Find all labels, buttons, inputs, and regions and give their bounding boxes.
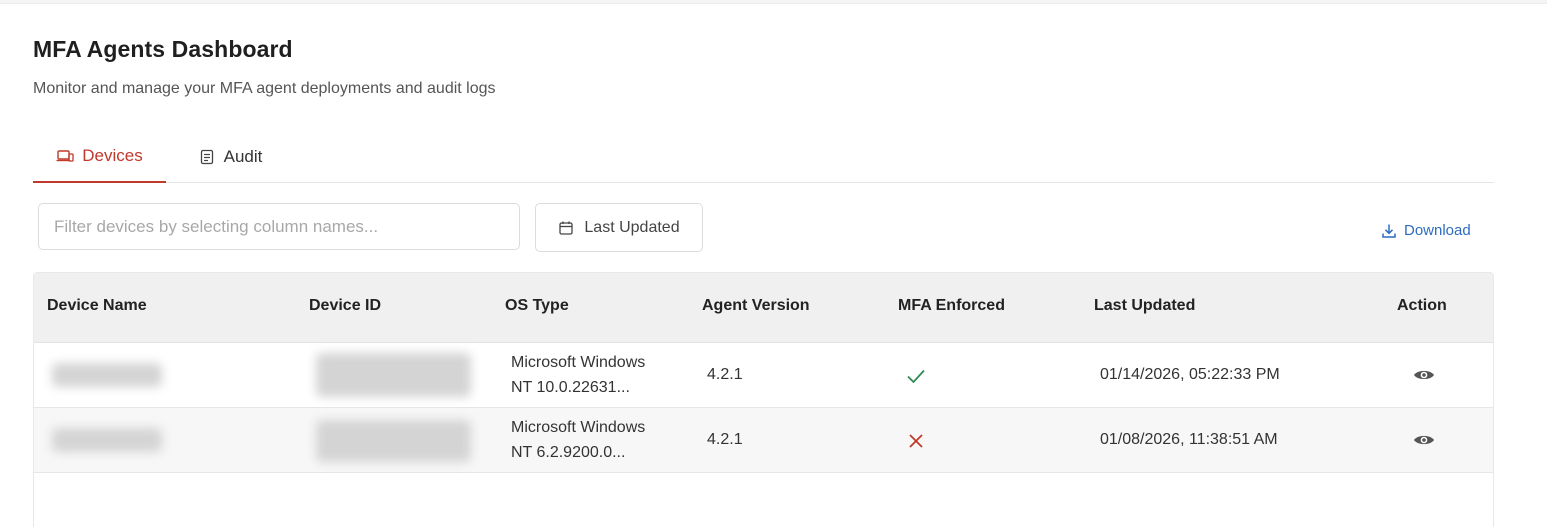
- column-header-action: Action: [1397, 297, 1447, 314]
- os-type-line: NT 6.2.9200.0...: [511, 444, 626, 461]
- device-name-redacted: [52, 363, 162, 387]
- cross-icon: [905, 430, 927, 452]
- tab-bar: Devices Audit: [33, 130, 1494, 183]
- column-header-os-type[interactable]: OS Type: [505, 297, 569, 315]
- device-name-redacted: [52, 428, 162, 452]
- tab-devices-label: Devices: [82, 145, 143, 165]
- device-id-redacted: [316, 353, 471, 397]
- os-type-line: Microsoft Windows: [511, 419, 646, 436]
- os-type-cell: Microsoft Windows NT 6.2.9200.0...: [511, 415, 681, 465]
- table-header: Device Name Device ID OS Type Agent Vers…: [34, 273, 1493, 343]
- check-icon: [905, 365, 927, 387]
- last-updated-filter-button[interactable]: Last Updated: [535, 203, 703, 252]
- agent-version-cell: 4.2.1: [707, 431, 743, 448]
- os-type-cell: Microsoft Windows NT 10.0.22631...: [511, 350, 681, 400]
- page-title: MFA Agents Dashboard: [33, 36, 293, 62]
- device-id-redacted: [316, 420, 471, 462]
- table-row: Microsoft Windows NT 10.0.22631... 4.2.1…: [34, 343, 1493, 408]
- last-updated-cell: 01/08/2026, 11:38:51 AM: [1100, 431, 1278, 448]
- column-header-device-id[interactable]: Device ID: [309, 297, 381, 315]
- eye-icon[interactable]: [1412, 365, 1436, 385]
- calendar-icon: [558, 220, 574, 236]
- document-icon: [198, 148, 216, 166]
- column-header-device-name[interactable]: Device Name: [47, 297, 147, 315]
- top-bar: [0, 0, 1547, 4]
- filter-input[interactable]: [38, 203, 520, 250]
- os-type-line: Microsoft Windows: [511, 354, 646, 371]
- page-subtitle: Monitor and manage your MFA agent deploy…: [33, 80, 496, 97]
- column-header-agent-version[interactable]: Agent Version: [702, 297, 810, 315]
- column-header-mfa-enforced[interactable]: MFA Enforced: [898, 297, 1005, 315]
- os-type-line: NT 10.0.22631...: [511, 379, 630, 396]
- laptop-icon: [56, 147, 74, 165]
- download-button[interactable]: Download: [1381, 222, 1471, 239]
- download-label: Download: [1404, 222, 1471, 239]
- last-updated-filter-label: Last Updated: [584, 218, 680, 236]
- table-row: Microsoft Windows NT 6.2.9200.0... 4.2.1…: [34, 408, 1493, 473]
- tab-audit[interactable]: Audit: [185, 130, 275, 183]
- tab-audit-label: Audit: [223, 146, 263, 166]
- agent-version-cell: 4.2.1: [707, 366, 743, 383]
- eye-icon[interactable]: [1412, 430, 1436, 450]
- devices-table: Device Name Device ID OS Type Agent Vers…: [33, 272, 1494, 527]
- download-icon: [1381, 223, 1397, 239]
- last-updated-cell: 01/14/2026, 05:22:33 PM: [1100, 366, 1280, 383]
- column-header-last-updated[interactable]: Last Updated: [1094, 297, 1195, 315]
- tab-devices[interactable]: Devices: [33, 130, 166, 183]
